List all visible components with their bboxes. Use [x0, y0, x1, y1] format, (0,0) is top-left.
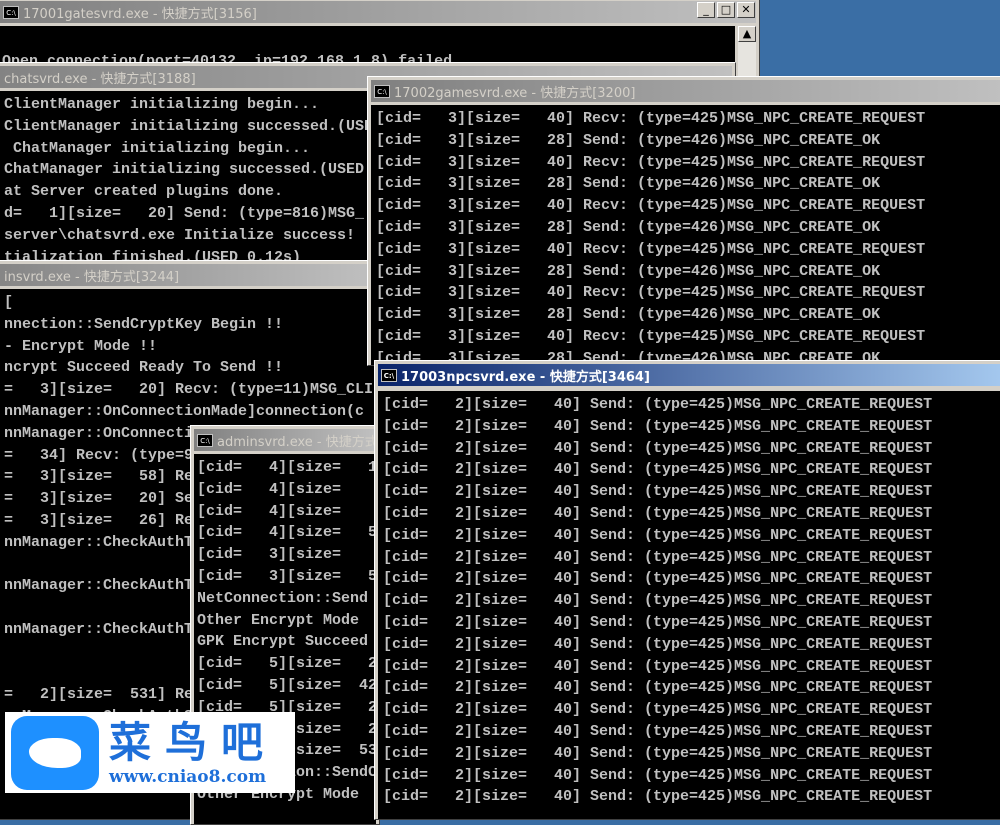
- watermark-url: www.cniao8.com: [109, 766, 267, 787]
- window-title: chatsvrd.exe - 快捷方式[3188]: [4, 71, 196, 87]
- console-line: [cid= 2][size= 40] Send: (type=425)MSG_N…: [383, 483, 933, 501]
- scrollbar[interactable]: ▲: [738, 26, 756, 76]
- window-title: insvrd.exe - 快捷方式[3244]: [4, 269, 180, 285]
- console-line: [cid= 2][size= 40] Send: (type=425)MSG_N…: [383, 548, 933, 566]
- console-line: [cid= 2][size= 40] Send: (type=425)MSG_N…: [383, 592, 933, 610]
- title-bar[interactable]: C:\ 17001gatesvrd.exe - 快捷方式[3156]: [0, 1, 756, 23]
- close-button[interactable]: ✕: [737, 2, 755, 18]
- console-line: [cid= 2][size= 40] Send: (type=425)MSG_N…: [383, 504, 933, 522]
- console-line: [cid= 3][size=: [197, 546, 342, 564]
- console-line: [cid= 3][size= 5: [197, 567, 376, 585]
- console-line: [cid= 3][size= 28] Send: (type=426)MSG_N…: [376, 175, 881, 193]
- console-line: [cid= 2][size= 40] Send: (type=425)MSG_N…: [383, 657, 933, 675]
- console-line: - Encrypt Mode !!: [4, 337, 158, 355]
- console-icon: C:\: [374, 84, 390, 98]
- scroll-up-button[interactable]: ▲: [738, 26, 756, 42]
- console-line: GPK Encrypt Succeed: [197, 633, 369, 651]
- console-line: [cid= 2][size= 40] Send: (type=425)MSG_N…: [383, 461, 933, 479]
- window-title: 17003npcsvrd.exe - 快捷方式[3464]: [401, 369, 650, 385]
- watermark-logo: 菜鸟吧 www.cniao8.com: [5, 712, 295, 793]
- window-title: adminsvrd.exe - 快捷方式: [217, 434, 376, 450]
- title-bar[interactable]: C:\ adminsvrd.exe - 快捷方式: [194, 429, 376, 451]
- console-line: [cid= 3][size= 28] Send: (type=426)MSG_N…: [376, 306, 881, 324]
- console-line: [cid= 2][size= 40] Send: (type=425)MSG_N…: [383, 439, 933, 457]
- console-line: [cid= 5][size= 2: [197, 655, 376, 673]
- title-bar[interactable]: C:\ 17002gamesvrd.exe - 快捷方式[3200]: [371, 80, 1000, 102]
- console-line: [cid= 2][size= 40] Send: (type=425)MSG_N…: [383, 788, 933, 806]
- console-line: [cid= 3][size= 40] Recv: (type=425)MSG_N…: [376, 284, 926, 302]
- title-bar[interactable]: insvrd.exe - 快捷方式[3244]: [0, 264, 376, 286]
- maximize-button[interactable]: □: [717, 2, 735, 18]
- console-line: [cid= 2][size= 40] Send: (type=425)MSG_N…: [383, 396, 933, 413]
- console-line: [cid= 2][size= 40] Send: (type=425)MSG_N…: [383, 417, 933, 435]
- console-output: [cid= 2][size= 40] Send: (type=425)MSG_N…: [378, 391, 1000, 819]
- console-line: [cid= 4][size= 1: [197, 459, 376, 476]
- minimize-button[interactable]: _: [697, 2, 715, 18]
- title-bar[interactable]: C:\ 17003npcsvrd.exe - 快捷方式[3464]: [378, 364, 1000, 386]
- console-line: [cid= 2][size= 40] Send: (type=425)MSG_N…: [383, 744, 933, 762]
- console-line: [cid= 2][size= 40] Send: (type=425)MSG_N…: [383, 679, 933, 697]
- console-line: [cid= 3][size= 40] Recv: (type=425)MSG_N…: [376, 240, 926, 258]
- console-line: [cid= 4][size=: [197, 480, 342, 498]
- console-line: [cid= 2][size= 40] Send: (type=425)MSG_N…: [383, 722, 933, 740]
- console-line: [: [4, 294, 14, 311]
- console-line: [cid= 2][size= 40] Send: (type=425)MSG_N…: [383, 613, 933, 631]
- window-title: 17002gamesvrd.exe - 快捷方式[3200]: [394, 85, 636, 101]
- console-line: [cid= 5][size= 42: [197, 676, 376, 694]
- console-line: = 3][size= 20] Recv: (type=11)MSG_CLI: [4, 381, 374, 399]
- console-line: nnManager::OnConnectionMade]connection(c: [4, 402, 365, 420]
- bird-logo-icon: [11, 715, 99, 790]
- console-line: NetConnection::Send: [197, 589, 369, 607]
- console-icon: C:\: [381, 368, 397, 382]
- console-line: [cid= 3][size= 28] Send: (type=426)MSG_N…: [376, 131, 881, 149]
- console-line: [cid= 3][size= 40] Recv: (type=425)MSG_N…: [376, 110, 926, 127]
- console-line: [cid= 3][size= 28] Send: (type=426)MSG_N…: [376, 262, 881, 280]
- console-line: [cid= 3][size= 40] Recv: (type=425)MSG_N…: [376, 197, 926, 215]
- console-line: [cid= 2][size= 40] Send: (type=425)MSG_N…: [383, 635, 933, 653]
- console-line: [cid= 2][size= 40] Send: (type=425)MSG_N…: [383, 701, 933, 719]
- console-line: [cid= 2][size= 40] Send: (type=425)MSG_N…: [383, 526, 933, 544]
- console-line: nnection::SendCryptKey Begin !!: [4, 315, 284, 333]
- gamesvrd-window[interactable]: C:\ 17002gamesvrd.exe - 快捷方式[3200] [cid= …: [367, 76, 1000, 366]
- window-title: 17001gatesvrd.exe - 快捷方式[3156]: [23, 6, 257, 22]
- console-line: Other Encrypt Mode: [197, 611, 360, 629]
- console-line: [cid= 4][size=: [197, 502, 342, 520]
- watermark-name: 菜鸟吧: [109, 717, 278, 767]
- console-line: [cid= 2][size= 40] Send: (type=425)MSG_N…: [383, 766, 933, 784]
- console-line: [cid= 2][size= 40] Send: (type=425)MSG_N…: [383, 570, 933, 588]
- console-line: [cid= 3][size= 40] Recv: (type=425)MSG_N…: [376, 153, 926, 171]
- console-output: [cid= 3][size= 40] Recv: (type=425)MSG_N…: [371, 105, 1000, 365]
- npcsvrd-window[interactable]: C:\ 17003npcsvrd.exe - 快捷方式[3464] [cid= 2…: [374, 360, 1000, 820]
- console-line: [cid= 3][size= 40] Recv: (type=425)MSG_N…: [376, 327, 926, 345]
- console-line: [cid= 4][size= 5: [197, 524, 376, 542]
- console-icon: C:\: [3, 5, 19, 19]
- console-line: ncrypt Succeed Ready To Send !!: [4, 359, 284, 377]
- console-icon: C:\: [197, 433, 213, 447]
- console-line: [cid= 3][size= 28] Send: (type=426)MSG_N…: [376, 218, 881, 236]
